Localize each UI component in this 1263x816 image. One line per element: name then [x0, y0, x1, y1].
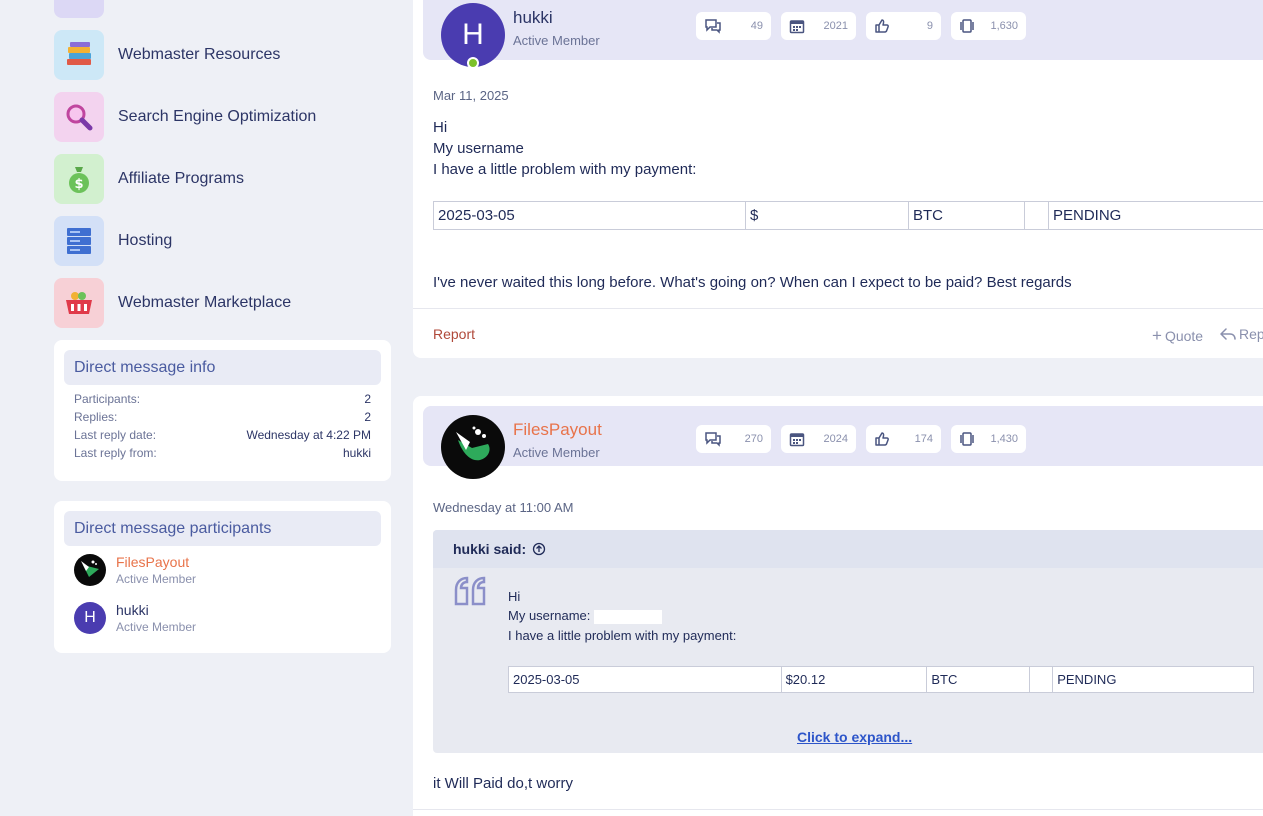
info-row-last-reply-date: Last reply date: Wednesday at 4:22 PM	[74, 428, 371, 442]
payment-table: 2025-03-05 $ BTC PENDING	[433, 201, 1263, 230]
stat-messages: 49	[696, 12, 771, 40]
user-role: Active Member	[513, 445, 600, 460]
quote-line: My username:	[508, 608, 662, 624]
panel-title: Direct message participants	[64, 511, 381, 546]
message-closing: I've never waited this long before. What…	[433, 274, 1072, 291]
direct-message-participants-panel: Direct message participants FilesPayout …	[54, 501, 391, 653]
message-line: I have a little problem with my payment:	[433, 161, 697, 178]
participant-role: Active Member	[116, 620, 197, 634]
quote-mark-icon	[454, 576, 486, 606]
stat-reactions: 9	[866, 12, 941, 40]
sidebar-item-label: Webmaster Resources	[118, 46, 281, 63]
arrow-up-circle-icon[interactable]	[532, 542, 546, 556]
quote-header[interactable]: hukki said:	[433, 530, 1263, 568]
reply-arrow-icon	[1220, 328, 1236, 340]
calendar-icon	[789, 433, 805, 447]
sidebar-item-seo[interactable]: Search Engine Optimization	[54, 92, 391, 142]
magnifier-icon	[54, 92, 104, 142]
basket-icon	[54, 278, 104, 328]
stat-reactions: 174	[866, 425, 941, 453]
sidebar-item-affiliate-programs[interactable]: $ Affiliate Programs	[54, 154, 391, 204]
info-row-last-reply-from: Last reply from: hukki	[74, 446, 371, 460]
chat-bubbles-icon	[705, 19, 721, 34]
user-avatar[interactable]	[441, 415, 505, 479]
user-role: Active Member	[513, 33, 600, 48]
online-indicator	[467, 57, 479, 69]
participant-filespayout[interactable]: FilesPayout Active Member	[64, 546, 381, 594]
sidebar-item-label: Webmaster Marketplace	[118, 294, 292, 311]
sidebar-item-hosting[interactable]: Hosting	[54, 216, 391, 266]
message-post-hukki: H hukki Active Member 49 2021 9 1,630 Ma…	[413, 0, 1263, 358]
sidebar-item-webmaster-marketplace[interactable]: Webmaster Marketplace	[54, 278, 391, 328]
participant-role: Active Member	[116, 572, 197, 586]
server-icon	[54, 216, 104, 266]
books-icon	[54, 30, 104, 80]
post-footer	[413, 809, 1263, 810]
quote-block: hukki said: Hi My username: I have a lit…	[433, 530, 1263, 753]
participant-name[interactable]: FilesPayout	[116, 554, 196, 570]
sidebar-item-label: Search Engine Optimization	[118, 108, 317, 125]
click-to-expand-link[interactable]: Click to expand...	[797, 729, 912, 745]
thumbs-up-icon	[875, 432, 889, 446]
stat-messages: 270	[696, 425, 771, 453]
post-date[interactable]: Mar 11, 2025	[433, 88, 509, 103]
quote-button[interactable]: + Quote	[1152, 326, 1203, 346]
participant-hukki[interactable]: H hukki Active Member	[64, 594, 381, 642]
report-link[interactable]: Report	[433, 326, 475, 342]
info-row-participants: Participants: 2	[74, 392, 371, 406]
avatar[interactable]	[74, 554, 106, 586]
trophy-points-icon	[960, 19, 974, 33]
avatar[interactable]: H	[74, 602, 106, 634]
reply-button[interactable]: Rep	[1220, 326, 1263, 342]
post-date[interactable]: Wednesday at 11:00 AM	[433, 500, 573, 515]
sidebar-item-label: Affiliate Programs	[118, 170, 244, 187]
chat-bubbles-icon	[705, 432, 721, 447]
sidebar-item-webmaster-resources[interactable]: Webmaster Resources	[54, 30, 391, 80]
direct-message-info-panel: Direct message info Participants: 2 Repli…	[54, 340, 391, 481]
panel-title: Direct message info	[64, 350, 381, 385]
calendar-icon	[789, 20, 805, 34]
username[interactable]: FilesPayout	[513, 420, 602, 440]
chat-icon	[54, 0, 104, 18]
stat-joined: 2024	[781, 425, 856, 453]
message-line: Hi	[433, 119, 448, 136]
message-post-filespayout: FilesPayout Active Member 270 2024 174 1…	[413, 396, 1263, 816]
quoted-payment-table: 2025-03-05 $20.12 BTC PENDING	[508, 666, 1254, 693]
thumbs-up-icon	[875, 19, 889, 33]
info-row-replies: Replies: 2	[74, 410, 371, 424]
svg-text:$: $	[74, 177, 83, 192]
sidebar-item-partial[interactable]	[54, 0, 391, 18]
username[interactable]: hukki	[513, 8, 553, 28]
table-row: 2025-03-05 $20.12 BTC PENDING	[508, 666, 1254, 693]
stat-points: 1,430	[951, 425, 1026, 453]
plus-icon: +	[1152, 326, 1162, 345]
table-row: 2025-03-05 $ BTC PENDING	[433, 201, 1263, 230]
stat-joined: 2021	[781, 12, 856, 40]
post-footer	[413, 308, 1263, 309]
quote-line: Hi	[508, 589, 521, 604]
redacted-username	[594, 609, 662, 624]
trophy-points-icon	[960, 432, 974, 446]
message-line: My username	[433, 140, 569, 157]
participant-name[interactable]: hukki	[116, 602, 196, 618]
reply-message: it Will Paid do,t worry	[433, 775, 574, 792]
sidebar-item-label: Hosting	[118, 232, 173, 249]
stat-points: 1,630	[951, 12, 1026, 40]
redacted-username	[523, 142, 569, 157]
money-bag-icon: $	[54, 154, 104, 204]
quote-line: I have a little problem with my payment:	[508, 628, 737, 643]
